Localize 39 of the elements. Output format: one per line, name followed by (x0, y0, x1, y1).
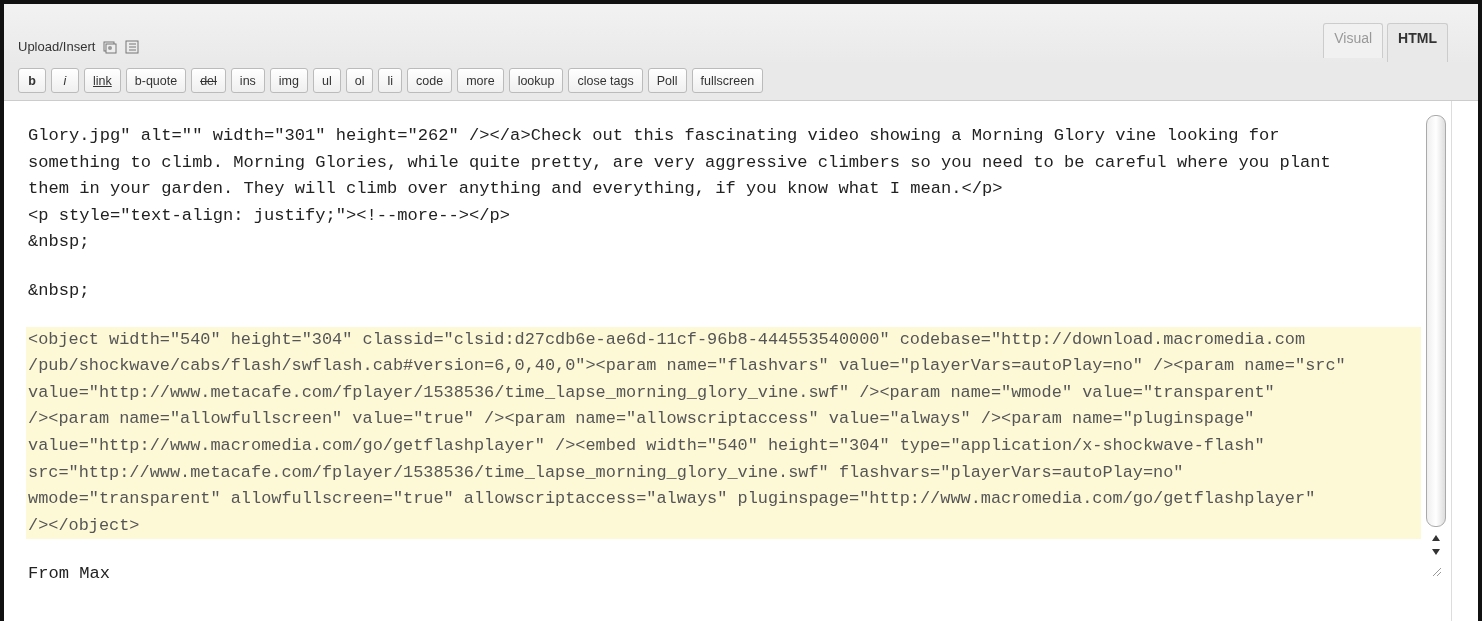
code-line: &nbsp; (28, 279, 91, 302)
format-button[interactable]: ul (313, 68, 341, 93)
scroll-down-icon[interactable] (1431, 547, 1441, 557)
image-icon[interactable] (103, 39, 118, 54)
media-icon[interactable] (125, 39, 140, 54)
format-button[interactable]: ol (345, 68, 374, 93)
code-line: value="http://www.macromedia.com/go/getflashplayer" /><embed width="540" height="304" type="application/x-shockwave-flash" (28, 434, 1266, 457)
code-line: wmode="transparent" allowfullscreen="true" allowscriptaccess="always" pluginspage="http://www.macromedia.com/go/getflashplayer" (28, 488, 1317, 511)
code-line: value="http://www.metacafe.com/fplayer/1538536/time_lapse_morning_glory_vine.swf" /><param name="wmode" value="transparent" (28, 381, 1276, 404)
format-button[interactable]: img (269, 68, 308, 93)
format-button[interactable]: fullscreen (691, 68, 764, 93)
code-line: Glory.jpg" alt="" width="301" height="262" /></a>Check out this fascinating video showing a Morning Glory vine looking for (28, 125, 1281, 147)
code-line: /><param name="allowfullscreen" value="true" /><param name="allowscriptaccess" value="always" /><param name="pluginspage" (28, 408, 1256, 431)
format-button[interactable]: lookup (508, 68, 564, 93)
code-line: <p style="text-align: justify;"><!--more--></p> (28, 204, 512, 227)
code-line: /></object> (28, 514, 141, 537)
format-button[interactable]: ins (230, 68, 265, 93)
scroll-up-icon[interactable] (1431, 533, 1441, 543)
editor-tab[interactable]: HTML (1387, 23, 1448, 62)
format-button[interactable]: li (378, 68, 403, 93)
upload-insert-label: Upload/Insert (18, 39, 96, 54)
format-button[interactable]: link (84, 68, 121, 93)
code-line: something to climb. Morning Glories, while quite pretty, are very aggressive climbers so you need to be careful where you plant (28, 151, 1332, 174)
format-button[interactable]: b (18, 68, 46, 93)
format-button[interactable]: i (51, 68, 79, 93)
format-button[interactable]: Poll (647, 68, 687, 93)
code-line: them in your garden. They will climb over anything and everything, if you know what I mean.</p> (28, 178, 1004, 201)
code-line: /pub/shockwave/cabs/flash/swflash.cab#version=6,0,40,0"><param name="flashvars" value="playerVars=autoPlay=no" /><param name="src" (28, 355, 1347, 378)
code-line: From Max (28, 563, 112, 586)
scrollbar[interactable] (1426, 115, 1446, 527)
format-button[interactable]: close tags (568, 68, 643, 93)
code-line: &nbsp; (28, 231, 91, 254)
format-button[interactable]: code (407, 68, 453, 93)
format-button[interactable]: more (457, 68, 504, 93)
code-line: src="http://www.metacafe.com/fplayer/1538536/time_lapse_morning_glory_vine.swf" flashvars="playerVars=autoPlay=no" (28, 461, 1185, 484)
format-button[interactable]: b-quote (125, 68, 187, 93)
format-button[interactable]: del (191, 68, 226, 93)
code-line: <object width="540" height="304" classid="clsid:d27cdb6e-ae6d-11cf-96b8-444553540000" codebase="http://download.macromedia.com (28, 328, 1307, 351)
resize-grip-icon[interactable] (1430, 565, 1442, 577)
